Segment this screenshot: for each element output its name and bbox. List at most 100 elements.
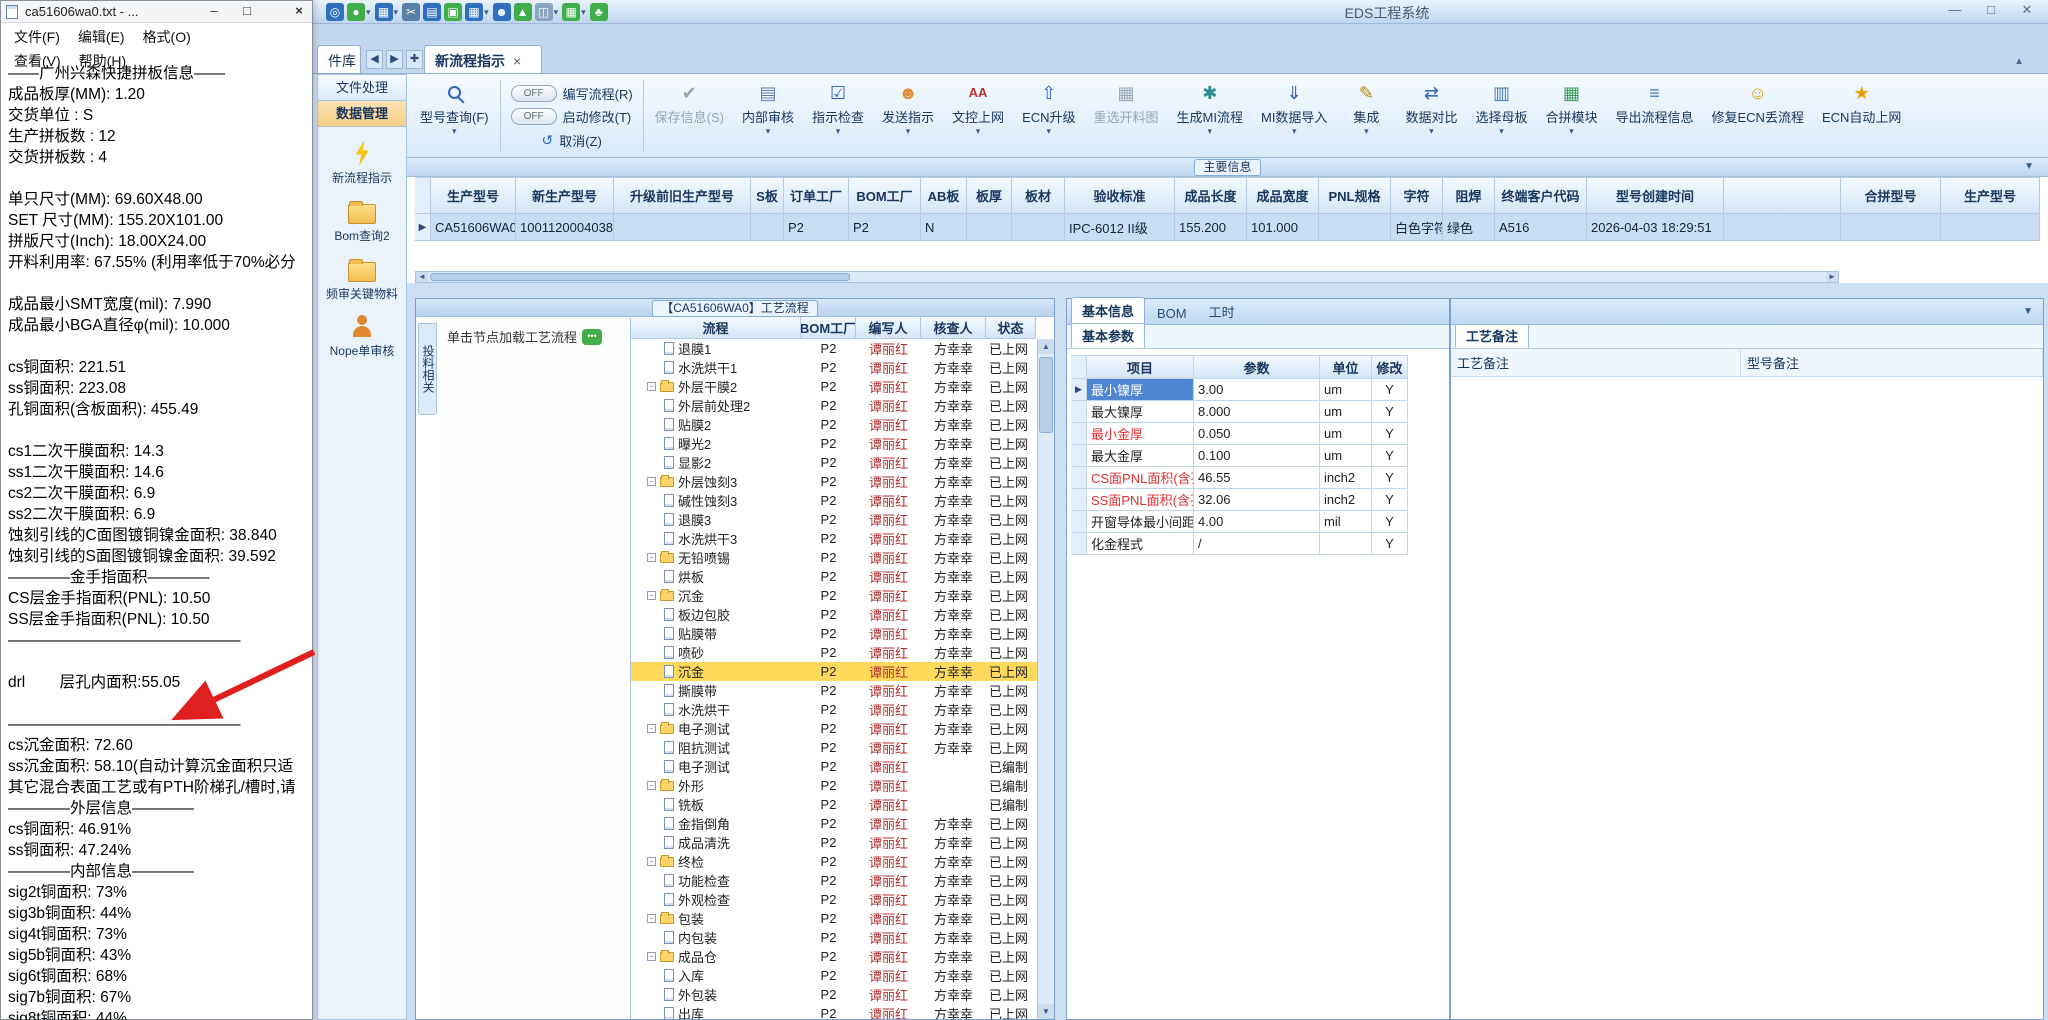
process-tree-row[interactable]: 水洗烘干1 P2 谭丽红 方幸幸 已上网 bbox=[631, 358, 1054, 377]
sidebar-button-data-management[interactable]: 数据管理 bbox=[318, 101, 406, 127]
process-tree-row[interactable]: 外层前处理2 P2 谭丽红 方幸幸 已上网 bbox=[631, 396, 1054, 415]
process-tree-row[interactable]: 沉金 P2 谭丽红 方幸幸 已上网 bbox=[631, 662, 1054, 681]
column-header[interactable]: 生产型号 bbox=[431, 177, 516, 214]
process-tree-row[interactable]: 显影2 P2 谭丽红 方幸幸 已上网 bbox=[631, 453, 1054, 472]
integrate-button[interactable]: ✎ 集成 ▾ bbox=[1336, 76, 1396, 155]
collapse-box-icon[interactable]: - bbox=[647, 477, 656, 486]
dropdown-arrow-icon[interactable]: ▾ bbox=[580, 7, 587, 18]
column-header[interactable]: 生产型号 bbox=[1941, 177, 2040, 214]
param-value[interactable]: 0.050 bbox=[1194, 423, 1320, 445]
process-tree-row[interactable]: 成品清洗 P2 谭丽红 方幸幸 已上网 bbox=[631, 833, 1054, 852]
process-tree-row[interactable]: - 电子测试 P2 谭丽红 方幸幸 已上网 bbox=[631, 719, 1054, 738]
paste-icon[interactable]: ▣ bbox=[444, 3, 463, 21]
collapse-box-icon[interactable]: - bbox=[647, 952, 656, 961]
process-tree-row[interactable]: - 外层干膜2 P2 谭丽红 方幸幸 已上网 bbox=[631, 377, 1054, 396]
tab-work-hours[interactable]: 工时 bbox=[1199, 299, 1245, 324]
mi-data-import-button[interactable]: ⇓ MI数据导入 ▾ bbox=[1252, 76, 1336, 155]
dropdown-arrow-icon[interactable]: ▾ bbox=[393, 7, 400, 18]
collapse-box-icon[interactable]: - bbox=[647, 914, 656, 923]
column-header[interactable]: 阻焊 bbox=[1443, 177, 1495, 214]
column-header[interactable]: 板材 bbox=[1012, 177, 1065, 214]
column-header-modify[interactable]: 修改 bbox=[1372, 355, 1408, 379]
process-tree-row[interactable]: - 外层蚀刻3 P2 谭丽红 方幸幸 已上网 bbox=[631, 472, 1054, 491]
sidebar-button-file-processing[interactable]: 文件处理 bbox=[318, 75, 406, 101]
process-tree-row[interactable]: - 沉金 P2 谭丽红 方幸幸 已上网 bbox=[631, 586, 1054, 605]
tab-process-notes[interactable]: 工艺备注 bbox=[1455, 323, 1530, 348]
vertical-scrollbar[interactable]: ▲ ▼ bbox=[1037, 339, 1054, 1019]
scroll-left-icon[interactable]: ◄ bbox=[416, 272, 428, 282]
process-tree-row[interactable]: 出库 P2 谭丽红 方幸幸 已上网 bbox=[631, 1004, 1054, 1019]
ecn-upgrade-button[interactable]: ⇧ ECN升级 ▾ bbox=[1013, 76, 1084, 155]
tab-scroll-left-icon[interactable]: ◀ bbox=[366, 50, 383, 69]
scrollbar-thumb[interactable] bbox=[430, 273, 850, 281]
column-header[interactable]: 验收标准 bbox=[1065, 177, 1175, 214]
collapse-box-icon[interactable]: - bbox=[647, 781, 656, 790]
data-compare-button[interactable]: ⇄ 数据对比 ▾ bbox=[1396, 76, 1466, 155]
enable-modify-toggle[interactable]: OFF bbox=[510, 108, 557, 125]
collapse-box-icon[interactable]: - bbox=[647, 382, 656, 391]
menu-format[interactable]: 格式(O) bbox=[134, 25, 200, 49]
maximize-button[interactable]: □ bbox=[1980, 2, 2002, 18]
column-header[interactable]: 成品长度 bbox=[1175, 177, 1247, 214]
param-value[interactable]: 46.55 bbox=[1194, 467, 1320, 489]
column-header-unit[interactable]: 单位 bbox=[1320, 355, 1372, 379]
process-tree-row[interactable]: 撕膜带 P2 谭丽红 方幸幸 已上网 bbox=[631, 681, 1054, 700]
process-tree-row[interactable]: 电子测试 P2 谭丽红 已编制 bbox=[631, 757, 1054, 776]
process-tree-row[interactable]: 退膜3 P2 谭丽红 方幸幸 已上网 bbox=[631, 510, 1054, 529]
param-value[interactable]: / bbox=[1194, 533, 1320, 555]
process-tree-row[interactable]: 功能检查 P2 谭丽红 方幸幸 已上网 bbox=[631, 871, 1054, 890]
column-header-writer[interactable]: 编写人 bbox=[856, 317, 921, 339]
close-button[interactable]: ✕ bbox=[2016, 2, 2038, 18]
send-instruction-button[interactable]: ☻ 发送指示 ▾ bbox=[873, 76, 943, 155]
column-header-value[interactable]: 参数 bbox=[1194, 355, 1320, 379]
column-header[interactable]: S板 bbox=[751, 177, 784, 214]
tab-scroll-right-icon[interactable]: ▶ bbox=[386, 50, 403, 69]
process-tree-row[interactable]: 碱性蚀刻3 P2 谭丽红 方幸幸 已上网 bbox=[631, 491, 1054, 510]
param-row[interactable]: SS面PNL面积(含孔)32.06inch2Y bbox=[1071, 489, 1408, 511]
process-tree-row[interactable]: 内包装 P2 谭丽红 方幸幸 已上网 bbox=[631, 928, 1054, 947]
column-header[interactable]: BOM工厂 bbox=[849, 177, 921, 214]
model-query-button[interactable]: 型号查询(F) ▾ bbox=[411, 76, 498, 155]
column-header[interactable]: 订单工厂 bbox=[784, 177, 849, 214]
process-tree-row[interactable]: - 包装 P2 谭丽红 方幸幸 已上网 bbox=[631, 909, 1054, 928]
write-flow-toggle[interactable]: OFF bbox=[510, 84, 557, 102]
process-tree-row[interactable]: 铣板 P2 谭丽红 已编制 bbox=[631, 795, 1054, 814]
panel-dropdown-icon[interactable]: ▼ bbox=[2023, 306, 2033, 317]
column-header[interactable]: 终端客户代码 bbox=[1495, 177, 1587, 214]
scroll-right-icon[interactable]: ► bbox=[1826, 272, 1838, 282]
tab-bom[interactable]: BOM bbox=[1147, 303, 1197, 324]
dropdown-arrow-icon[interactable]: ▾ bbox=[553, 7, 560, 18]
export-flow-info-button[interactable]: ≡ 导出流程信息 bbox=[1606, 76, 1702, 155]
param-value[interactable]: 8.000 bbox=[1194, 401, 1320, 423]
maximize-button[interactable]: □ bbox=[237, 3, 257, 18]
process-tree-row[interactable]: 喷砂 P2 谭丽红 方幸幸 已上网 bbox=[631, 643, 1054, 662]
column-header-item[interactable]: 项目 bbox=[1087, 355, 1194, 379]
process-tree-row[interactable]: 贴膜2 P2 谭丽红 方幸幸 已上网 bbox=[631, 415, 1054, 434]
close-button[interactable]: × bbox=[289, 3, 309, 18]
collapse-box-icon[interactable]: - bbox=[647, 857, 656, 866]
process-tree-row[interactable]: - 无铅喷锡 P2 谭丽红 方幸幸 已上网 bbox=[631, 548, 1054, 567]
collapse-box-icon[interactable]: - bbox=[647, 591, 656, 600]
sidebar-item-新流程指示[interactable]: 新流程指示 bbox=[318, 140, 406, 186]
notepad-titlebar[interactable]: ca51606wa0.txt - ... – □ × bbox=[1, 1, 312, 23]
doc-control-upload-button[interactable]: AA 文控上网 ▾ bbox=[943, 76, 1013, 155]
menu-file[interactable]: 文件(F) bbox=[5, 25, 69, 49]
column-header-process[interactable]: 流程 bbox=[631, 317, 801, 339]
sidebar-item-Nope单审核[interactable]: Nope单审核 bbox=[318, 315, 406, 359]
process-tree-row[interactable]: 贴膜带 P2 谭丽红 方幸幸 已上网 bbox=[631, 624, 1054, 643]
process-tree-row[interactable]: 阻抗测试 P2 谭丽红 方幸幸 已上网 bbox=[631, 738, 1054, 757]
collapse-box-icon[interactable]: - bbox=[647, 553, 656, 562]
column-header[interactable]: 字符 bbox=[1391, 177, 1443, 214]
column-header[interactable] bbox=[1724, 177, 1841, 214]
globe-icon[interactable]: ● ▾ bbox=[347, 3, 372, 21]
column-header[interactable]: 成品宽度 bbox=[1247, 177, 1319, 214]
param-value[interactable]: 32.06 bbox=[1194, 489, 1320, 511]
column-header[interactable]: AB板 bbox=[921, 177, 967, 214]
chart-icon[interactable]: ▲ bbox=[513, 3, 532, 21]
process-tree-row[interactable]: 曝光2 P2 谭丽红 方幸幸 已上网 bbox=[631, 434, 1054, 453]
param-value[interactable]: 0.100 bbox=[1194, 445, 1320, 467]
column-header[interactable]: PNL规格 bbox=[1319, 177, 1391, 214]
modules-icon[interactable]: ▦ ▾ bbox=[562, 3, 587, 21]
tab-basic-info[interactable]: 基本信息 bbox=[1071, 297, 1146, 324]
process-tree-row[interactable]: 金指倒角 P2 谭丽红 方幸幸 已上网 bbox=[631, 814, 1054, 833]
